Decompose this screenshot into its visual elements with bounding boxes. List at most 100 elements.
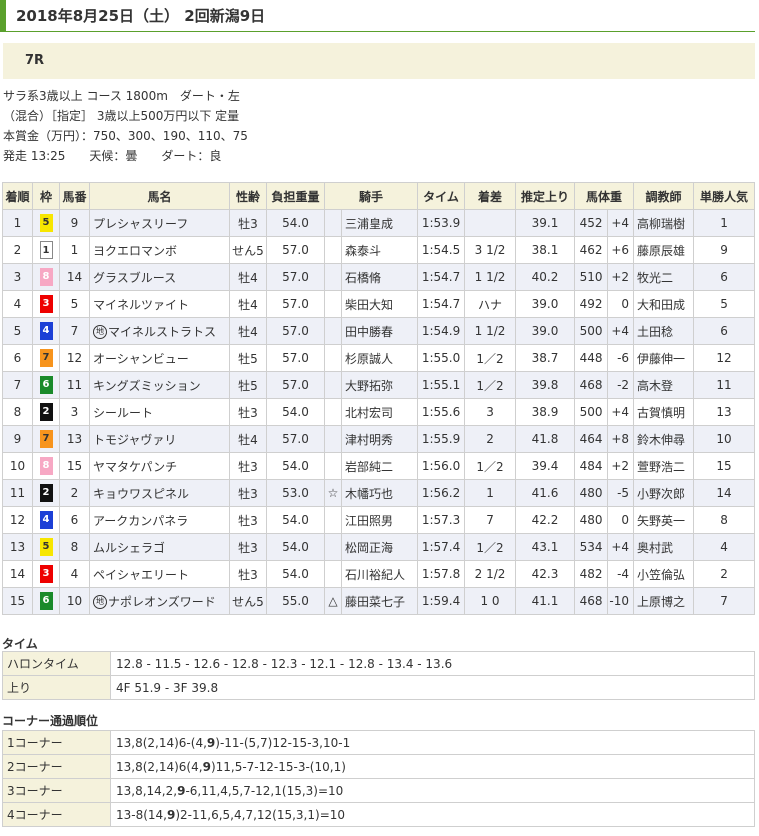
jockey-name: 藤田菜七子	[340, 587, 419, 615]
frame-number: 2	[32, 479, 60, 507]
col-header-weight: 負担重量	[266, 182, 325, 210]
horse-name[interactable]: シールート	[93, 406, 153, 420]
body-weight: 500	[574, 317, 609, 345]
sex-age: 牡3	[229, 209, 267, 237]
trainer-name: 高木登	[633, 371, 695, 399]
results-table: 着順 枠 馬番 馬名 性齢 負担重量 騎手 タイム 着差 推定上り 馬体重 調教…	[2, 182, 756, 615]
weight-diff: +4	[607, 533, 635, 561]
time-row: ハロンタイム 12.8 - 11.5 - 12.6 - 12.8 - 12.3 …	[2, 651, 755, 676]
carried-weight: 57.0	[266, 425, 325, 453]
weight-diff: +6	[607, 236, 635, 264]
finish-time: 1:55.6	[417, 398, 466, 426]
margin: 2	[464, 425, 517, 453]
weight-diff: +4	[607, 398, 635, 426]
sex-age: 牡4	[229, 425, 267, 453]
win-popularity: 6	[693, 317, 756, 345]
win-popularity: 8	[693, 506, 756, 534]
frame-number: 5	[32, 209, 60, 237]
body-weight: 464	[574, 425, 609, 453]
finish-time: 1:57.8	[417, 560, 466, 588]
weight-diff: +4	[607, 209, 635, 237]
col-header-margin: 着差	[464, 182, 517, 210]
horse-name[interactable]: アークカンパネラ	[93, 514, 188, 528]
table-row: 12 4 6 アークカンパネラ 牡3 54.0 江田照男 1:57.3 7 42.2 480 0 矢野英…	[2, 506, 756, 534]
last-3f: 42.3	[515, 560, 576, 588]
weight-diff: +4	[607, 317, 635, 345]
win-popularity: 9	[693, 236, 756, 264]
finish-time: 1:54.9	[417, 317, 466, 345]
body-weight: 482	[574, 560, 609, 588]
col-header-horse: 馬名	[89, 182, 230, 210]
horse-name[interactable]: プレシャスリーフ	[93, 217, 188, 231]
horse-name[interactable]: マイネルツァイト	[93, 298, 189, 312]
table-row: 15 6 10 地ナポレオンズワード せん5 55.0 △ 藤田菜七子 1:59.4 1 0 41.…	[2, 587, 756, 615]
last-3f: 38.1	[515, 236, 576, 264]
horse-name[interactable]: ムルシェラゴ	[93, 541, 165, 555]
carried-weight: 54.0	[266, 506, 325, 534]
horse-name[interactable]: ナポレオンズワード	[108, 595, 216, 609]
trainer-name: 矢野英一	[633, 506, 695, 534]
horse-name-cell: プレシャスリーフ	[89, 209, 230, 237]
corner-order-text: )2-11,6,5,4,7,12(15,3,1)=10	[175, 807, 346, 822]
last-3f: 41.8	[515, 425, 576, 453]
horse-name[interactable]: トモジャヴァリ	[93, 433, 176, 447]
weight-diff: -10	[607, 587, 635, 615]
body-weight: 484	[574, 452, 609, 480]
race-info-line: 発走 13:25 天候：曇 ダート：良	[3, 149, 222, 163]
page-header: 2018年8月25日（土） 2回新潟9日	[0, 0, 755, 32]
race-number: 7R	[25, 53, 45, 68]
finish-time: 1:55.9	[417, 425, 466, 453]
horse-number: 2	[59, 479, 90, 507]
carried-weight: 54.0	[266, 533, 325, 561]
weight-diff: 0	[607, 506, 635, 534]
win-popularity: 4	[693, 533, 756, 561]
corner-order-text: 13,8(2,14)6(4,	[116, 759, 203, 774]
last-3f: 43.1	[515, 533, 576, 561]
horse-name[interactable]: マイネルストラトス	[108, 325, 216, 339]
frame-number: 4	[32, 317, 60, 345]
horse-name[interactable]: キングズミッション	[93, 379, 201, 393]
jockey-mark	[324, 506, 342, 534]
corner-value: 13-8(14,9)2-11,6,5,4,7,12(15,3,1)=10	[110, 802, 755, 827]
horse-number: 11	[59, 371, 90, 399]
horse-name-cell: ヨクエロマンボ	[89, 236, 230, 264]
time-value: 4F 51.9 - 3F 39.8	[110, 675, 755, 700]
weight-diff: -6	[607, 344, 635, 372]
carried-weight: 54.0	[266, 560, 325, 588]
horse-name[interactable]: ヨクエロマンボ	[93, 244, 177, 258]
win-popularity: 2	[693, 560, 756, 588]
horse-number: 5	[59, 290, 90, 318]
table-row: 8 2 3 シールート 牡3 54.0 北村宏司 1:55.6 3 38.9 500 +4 古賀慎明 13	[2, 398, 756, 426]
horse-name[interactable]: ヤマタケパンチ	[93, 460, 177, 474]
horse-name[interactable]: キョウワスピネル	[93, 487, 189, 501]
body-weight: 468	[574, 587, 609, 615]
jockey-name: 石橋脩	[340, 263, 419, 291]
col-header-time: タイム	[417, 182, 466, 210]
horse-number: 6	[59, 506, 90, 534]
corner-order-text: -6,11,4,5,7-12,1(15,3)=10	[185, 783, 344, 798]
horse-name-cell: オーシャンビュー	[89, 344, 230, 372]
trainer-name: 藤原辰雄	[633, 236, 695, 264]
col-header-sex-age: 性齢	[229, 182, 267, 210]
body-weight: 510	[574, 263, 609, 291]
finish-time: 1:56.0	[417, 452, 466, 480]
finish-time: 1:53.9	[417, 209, 466, 237]
horse-number: 7	[59, 317, 90, 345]
horse-name[interactable]: ペイシャエリート	[93, 568, 189, 582]
finish-time: 1:59.4	[417, 587, 466, 615]
table-row: 2 1 1 ヨクエロマンボ せん5 57.0 森泰斗 1:54.5 3 1/2 38.1 462 +6…	[2, 236, 756, 264]
horse-name-cell: グラスブルース	[89, 263, 230, 291]
sex-age: 牡3	[229, 479, 267, 507]
win-popularity: 1	[693, 209, 756, 237]
frame-badge: 2	[39, 403, 53, 421]
jockey-name: 松岡正海	[340, 533, 419, 561]
corner-row: 1コーナー 13,8(2,14)6-(4,9)-11-(5,7)12-15-3,…	[2, 730, 755, 755]
finish-time: 1:57.4	[417, 533, 466, 561]
margin: 2 1/2	[464, 560, 517, 588]
finish-position: 12	[2, 506, 33, 534]
jockey-name: 柴田大知	[340, 290, 419, 318]
sex-age: 牡3	[229, 560, 267, 588]
horse-name[interactable]: グラスブルース	[93, 271, 176, 285]
horse-name[interactable]: オーシャンビュー	[93, 352, 189, 366]
finish-position: 10	[2, 452, 33, 480]
